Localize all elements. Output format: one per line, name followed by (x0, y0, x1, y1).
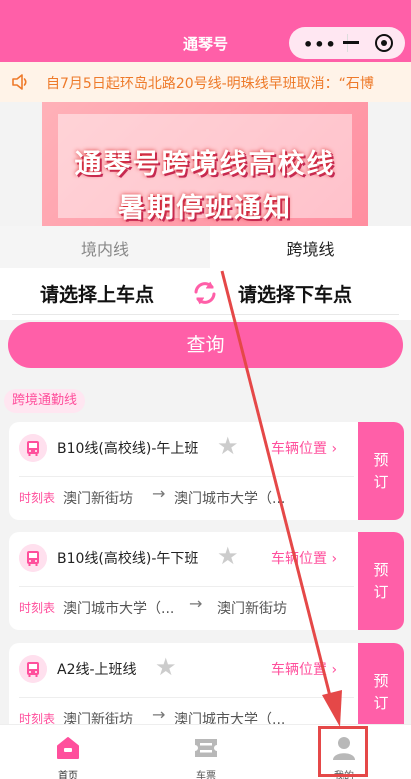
swap-icon[interactable] (190, 278, 220, 308)
route-name: B10线(高校线)-午上班 (57, 441, 199, 457)
highlight-box (318, 726, 368, 777)
vehicle-location-label: 车辆位置 (271, 662, 327, 678)
ticket-icon (195, 739, 217, 757)
route-name: A2线-上班线 (57, 662, 137, 678)
vehicle-location-link[interactable]: 车辆位置 › (271, 548, 337, 568)
arrival-stop: 澳门城市大学（... (174, 491, 286, 507)
tab-cross-border[interactable]: 跨境线 (210, 226, 411, 268)
vehicle-location-link[interactable]: 车辆位置 › (271, 659, 337, 679)
vehicle-location-label: 车辆位置 (271, 441, 327, 457)
favorite-star-icon[interactable]: ★ (217, 542, 239, 570)
alighting-point-select[interactable]: 请选择下车点 (238, 280, 352, 307)
vehicle-location-link[interactable]: 车辆位置 › (271, 438, 337, 458)
route-card[interactable]: B10线(高校线)-午上班 ★ 车辆位置 › 时刻表 澳门新街坊 → 澳门城市大… (9, 422, 404, 520)
book-label: 预订 (373, 672, 389, 712)
minimize-icon[interactable] (343, 41, 359, 44)
boarding-point-select[interactable]: 请选择上车点 (40, 280, 154, 307)
section-label: 跨境通勤线 (4, 389, 86, 413)
query-button[interactable]: 查询 (8, 322, 403, 368)
app-header: 通琴号 ••• (0, 0, 411, 62)
book-button[interactable]: 预订 (358, 422, 404, 520)
arrow-right-icon: → (152, 705, 166, 724)
banner-subtitle: 暑期停班通知 (118, 193, 292, 224)
bus-icon (19, 434, 47, 462)
tab-label: 境内线 (80, 240, 129, 259)
mini-program-capsule: ••• (289, 27, 405, 59)
nav-label: 车票 (196, 771, 216, 779)
notice-text: 自7月5日起环岛北路20号线-明珠线早班取消：“石博 (46, 76, 374, 92)
banner-title: 通琴号跨境线高校线 (74, 149, 336, 180)
notice-bar[interactable]: 自7月5日起环岛北路20号线-明珠线早班取消：“石博 (0, 62, 411, 102)
close-icon[interactable] (375, 34, 393, 52)
route-search-panel: 境内线 跨境线 请选择上车点 请选择下车点 (0, 226, 411, 320)
book-label: 预订 (373, 561, 389, 601)
speaker-icon (12, 74, 27, 90)
route-name: B10线(高校线)-午下班 (57, 551, 199, 567)
tab-label: 跨境线 (286, 240, 335, 259)
nav-ticket[interactable]: 车票 (176, 729, 236, 779)
announcement-banner[interactable]: 通琴号跨境线高校线 暑期停班通知 (42, 102, 368, 226)
home-icon (57, 737, 79, 759)
route-card[interactable]: B10线(高校线)-午下班 ★ 车辆位置 › 时刻表 澳门城市大学（... → … (9, 532, 404, 630)
banner-card: 通琴号跨境线高校线 暑期停班通知 (58, 114, 352, 224)
bus-icon (19, 655, 47, 683)
favorite-star-icon[interactable]: ★ (155, 653, 177, 681)
more-icon[interactable]: ••• (303, 35, 337, 54)
timetable-link[interactable]: 时刻表 (19, 599, 55, 616)
timetable-link[interactable]: 时刻表 (19, 489, 55, 506)
favorite-star-icon[interactable]: ★ (217, 432, 239, 460)
departure-stop: 澳门城市大学（... (63, 601, 175, 617)
divider (19, 586, 354, 587)
bus-icon (19, 544, 47, 572)
nav-home[interactable]: 首页 (38, 729, 98, 779)
arrow-right-icon: → (152, 484, 166, 503)
book-label: 预订 (373, 451, 389, 491)
vehicle-location-label: 车辆位置 (271, 551, 327, 567)
tab-domestic[interactable]: 境内线 (0, 226, 210, 268)
divider (19, 697, 354, 698)
arrow-right-icon: → (189, 594, 203, 613)
book-button[interactable]: 预订 (358, 532, 404, 630)
nav-label: 首页 (58, 771, 78, 779)
departure-stop: 澳门新街坊 (63, 491, 133, 507)
divider (12, 314, 399, 315)
arrival-stop: 澳门新街坊 (217, 601, 287, 617)
divider (19, 476, 354, 477)
